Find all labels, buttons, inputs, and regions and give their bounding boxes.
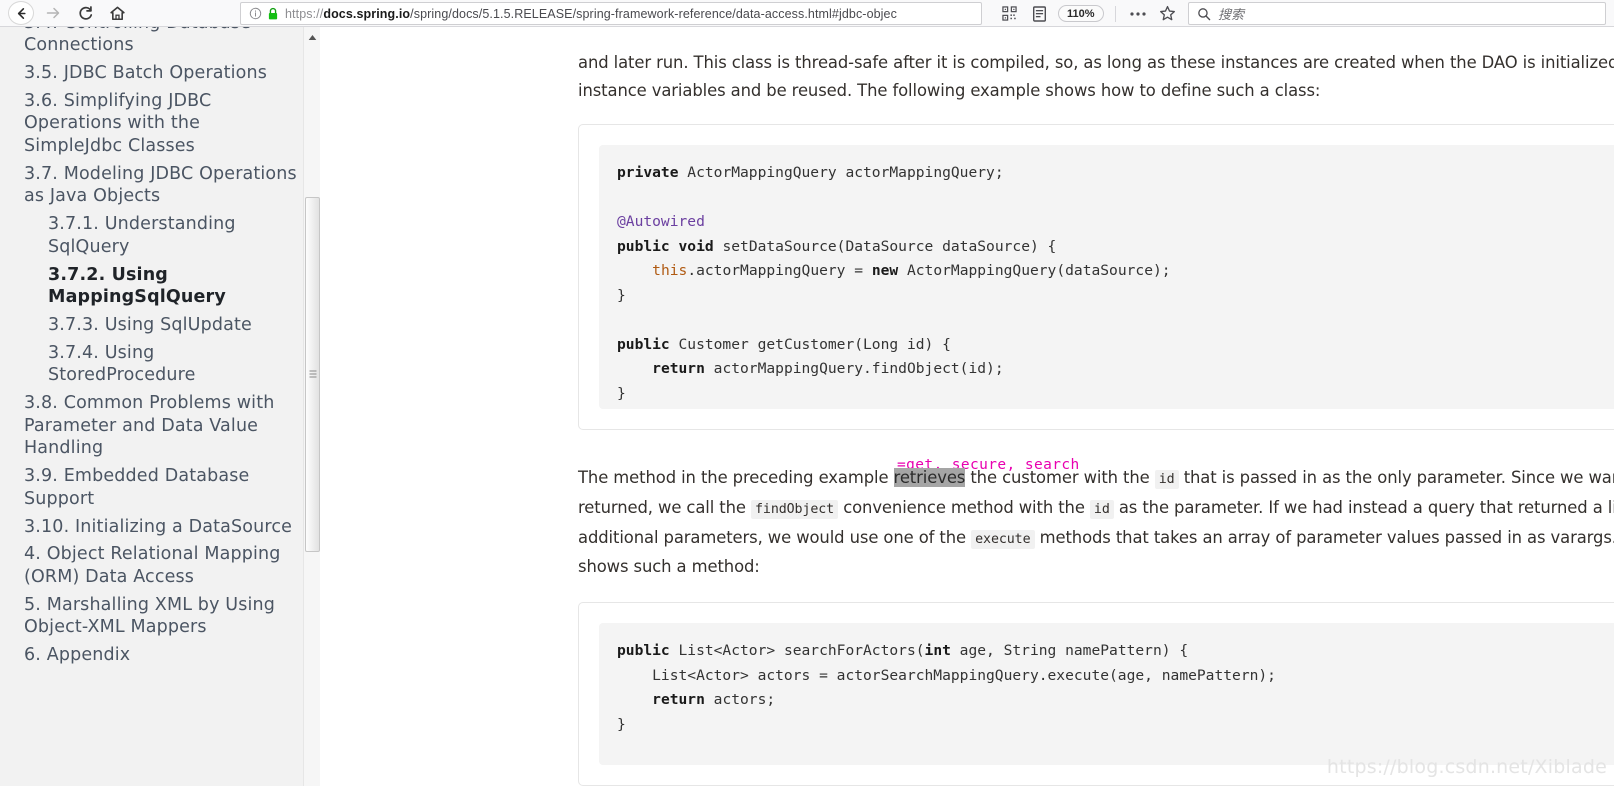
- search-input[interactable]: 搜索: [1218, 4, 1244, 23]
- site-identity[interactable]: [241, 7, 285, 21]
- page-actions-menu-button[interactable]: [1125, 2, 1151, 26]
- sidebar-item-7[interactable]: 3.7.4. Using StoredProcedure: [24, 339, 298, 389]
- search-icon: [1189, 7, 1218, 21]
- sidebar-gutter: [320, 27, 337, 786]
- arrow-right-icon: [46, 7, 60, 19]
- caret-up-icon: [308, 34, 317, 40]
- star-icon: [1160, 5, 1175, 21]
- sidebar-item-10[interactable]: 3.10. Initializing a DataSource: [24, 513, 298, 541]
- explanation-paragraph: The method in the preceding example retr…: [578, 464, 1614, 581]
- qr-code-icon: [1001, 6, 1017, 21]
- toolbar-actions: 110%: [996, 0, 1181, 27]
- sidebar-item-11[interactable]: 4. Object Relational Mapping (ORM) Data …: [24, 541, 298, 591]
- sidebar-item-3[interactable]: 3.7. Modeling JDBC Operations as Java Ob…: [24, 160, 298, 210]
- ellipsis-icon: [1129, 11, 1146, 16]
- sidebar-item-9[interactable]: 3.9. Embedded Database Support: [24, 463, 298, 513]
- code-block-2[interactable]: public List<Actor> searchForActors(int a…: [617, 639, 1614, 737]
- code-block-inner-2: public List<Actor> searchForActors(int a…: [599, 623, 1614, 765]
- scrollbar-thumb[interactable]: [305, 197, 320, 552]
- back-button-circle: [8, 1, 34, 25]
- sidebar-item-2[interactable]: 3.6. Simplifying JDBC Operations with th…: [24, 87, 298, 160]
- sidebar-toc: 3.4. Controlling Database Connections3.5…: [0, 27, 320, 786]
- sidebar-item-13[interactable]: 6. Appendix: [24, 642, 298, 670]
- back-button[interactable]: [6, 1, 36, 25]
- scrollbar-up-arrow[interactable]: [304, 29, 320, 45]
- sidebar-item-4[interactable]: 3.7.1. Understanding SqlQuery: [24, 211, 298, 261]
- search-bar[interactable]: 搜索: [1188, 2, 1606, 25]
- sidebar-item-5[interactable]: 3.7.2. Using MappingSqlQuery: [24, 261, 298, 311]
- reader-view-button[interactable]: [1026, 2, 1052, 26]
- qr-code-button[interactable]: [996, 2, 1022, 26]
- browser-toolbar: https://docs.spring.io/spring/docs/5.1.5…: [0, 0, 1614, 27]
- scrollbar-grip: [309, 370, 316, 379]
- navigation-buttons: [0, 1, 132, 25]
- sidebar-item-1[interactable]: 3.5. JDBC Batch Operations: [24, 59, 298, 87]
- sidebar-item-0[interactable]: 3.4. Controlling Database Connections: [24, 27, 298, 59]
- sidebar-scrollbar[interactable]: [303, 27, 320, 786]
- inline-code-findobject: findObject: [751, 499, 839, 519]
- arrow-left-icon: [17, 7, 26, 19]
- para-seg-2: the customer with the: [965, 468, 1155, 487]
- code-block-1[interactable]: private ActorMappingQuery actorMappingQu…: [617, 161, 1614, 406]
- inline-code-execute: execute: [971, 529, 1035, 549]
- inline-code-id-1: id: [1154, 470, 1179, 489]
- intro-paragraph: and later run. This class is thread-safe…: [578, 53, 1614, 100]
- sidebar-item-6[interactable]: 3.7.3. Using SqlUpdate: [24, 311, 298, 339]
- toolbar-separator: [1114, 5, 1116, 22]
- toc-list: 3.4. Controlling Database Connections3.5…: [0, 27, 320, 669]
- forward-button[interactable]: [38, 1, 68, 25]
- reload-icon: [78, 5, 92, 20]
- inline-code-id-2: id: [1089, 499, 1114, 519]
- code-block-inner-1: private ActorMappingQuery actorMappingQu…: [599, 145, 1614, 409]
- para-seg-4: convenience method with the: [838, 497, 1090, 517]
- para-seg-1: The method in the preceding example: [578, 468, 894, 487]
- url-text: https://docs.spring.io/spring/docs/5.1.5…: [285, 6, 897, 21]
- lock-icon: [268, 7, 278, 19]
- reader-mode-icon: [1032, 5, 1046, 22]
- watermark: https://blog.csdn.net/Xiblade: [1326, 756, 1607, 778]
- reload-button[interactable]: [70, 1, 100, 25]
- selected-text-highlight[interactable]: retrieves: [893, 468, 965, 487]
- url-bar[interactable]: https://docs.spring.io/spring/docs/5.1.5…: [240, 2, 982, 25]
- zoom-level-badge[interactable]: 110%: [1058, 5, 1104, 22]
- sidebar-item-8[interactable]: 3.8. Common Problems with Parameter and …: [24, 390, 298, 463]
- info-circle-icon: [249, 7, 262, 20]
- main-content: and later run. This class is thread-safe…: [337, 27, 1614, 786]
- page-viewport: 3.4. Controlling Database Connections3.5…: [0, 27, 1614, 786]
- sidebar-item-12[interactable]: 5. Marshalling XML by Using Object-XML M…: [24, 591, 298, 641]
- home-button[interactable]: [102, 1, 132, 25]
- code-block-panel-1: private ActorMappingQuery actorMappingQu…: [578, 124, 1614, 430]
- home-icon: [109, 6, 125, 20]
- bookmark-button[interactable]: [1155, 2, 1181, 26]
